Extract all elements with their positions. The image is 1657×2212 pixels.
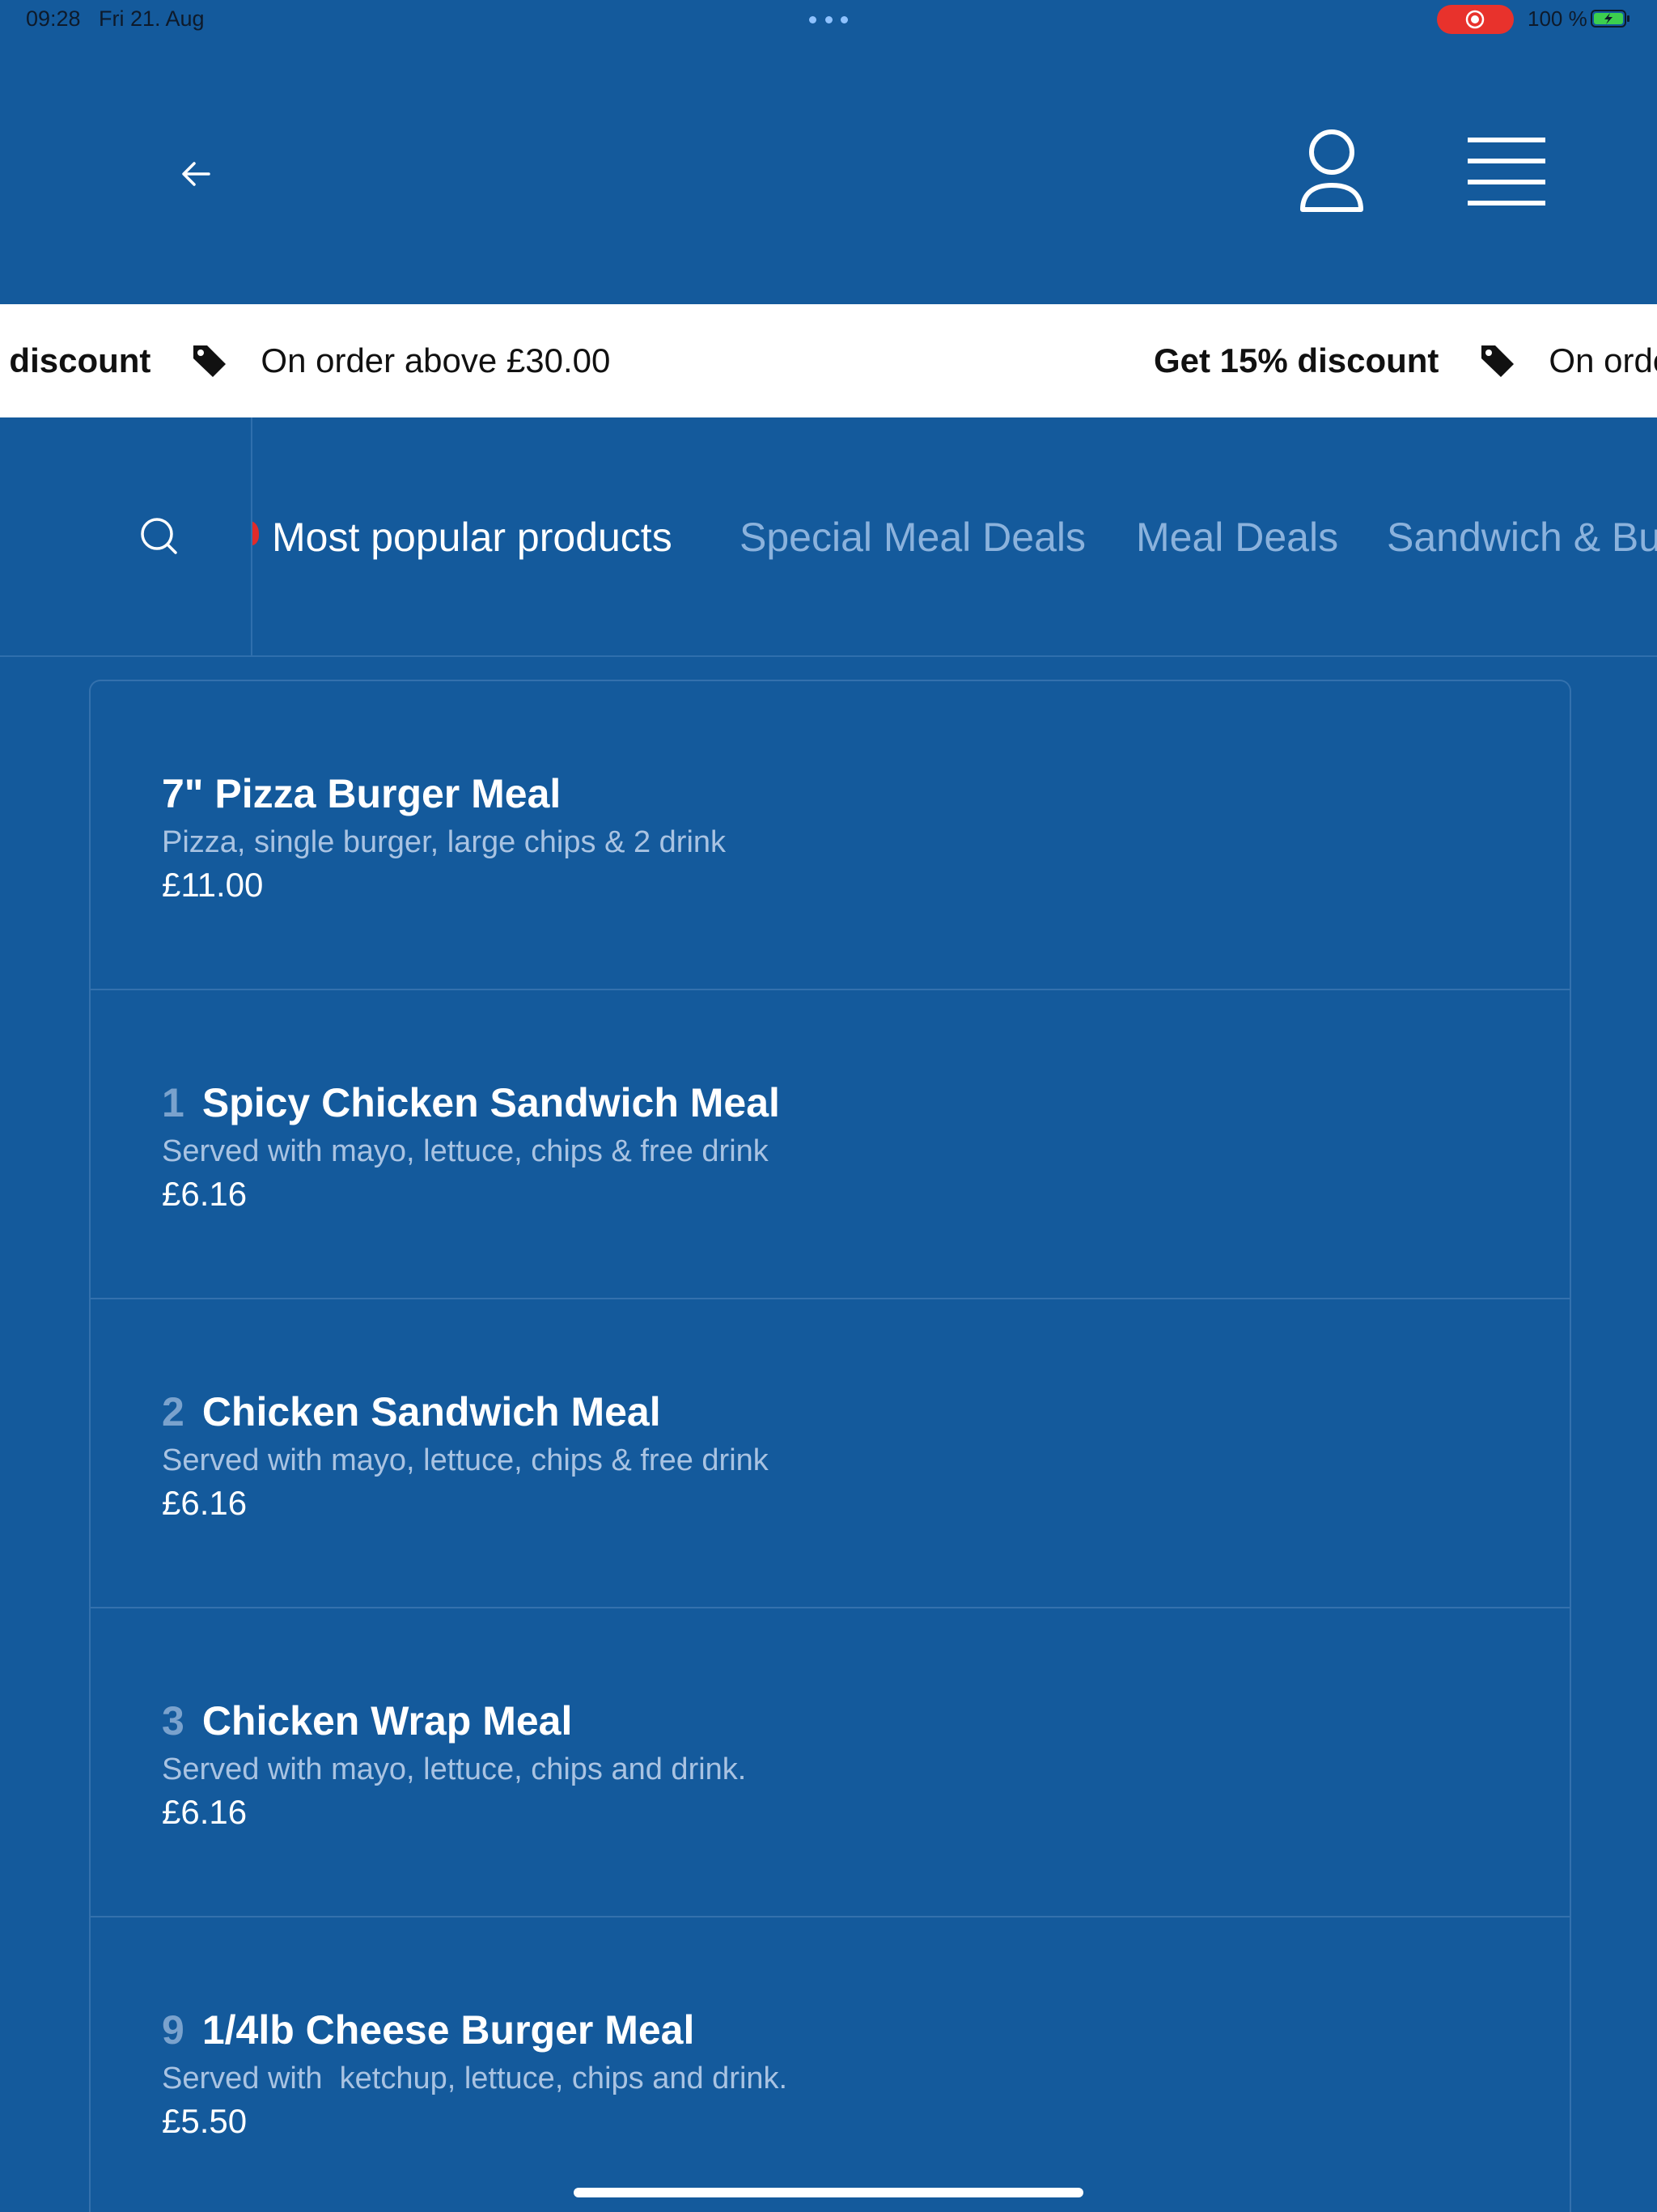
- product-name: 7" Pizza Burger Meal: [162, 771, 562, 816]
- promo-item: Get 15% discount On order above £30.00: [0, 304, 610, 417]
- category-tabs: Most popular products Special Meal Deals…: [252, 417, 1657, 655]
- product-title: 2 Chicken Sandwich Meal: [162, 1388, 661, 1435]
- product-item[interactable]: 3 Chicken Wrap Meal Served with mayo, le…: [91, 1608, 1570, 1917]
- product-number: 9: [162, 2007, 184, 2053]
- status-time: 09:28: [26, 6, 81, 31]
- promo-discount-text: Get 15% discount: [1154, 341, 1439, 379]
- product-number: 2: [162, 1389, 184, 1434]
- promo-condition-text: On order above £30.00: [1549, 341, 1657, 379]
- product-price: £6.16: [162, 1484, 248, 1522]
- product-title: 3 Chicken Wrap Meal: [162, 1697, 572, 1744]
- product-price: £5.50: [162, 2102, 248, 2140]
- product-price: £6.16: [162, 1175, 248, 1213]
- status-date: Fri 21. Aug: [99, 6, 205, 31]
- product-item[interactable]: 7" Pizza Burger Meal Pizza, single burge…: [91, 681, 1570, 990]
- tab-sandwich-burger[interactable]: Sandwich & Burger: [1387, 513, 1657, 561]
- promo-condition-text: On order above £30.00: [261, 341, 611, 379]
- product-title: 1 Spicy Chicken Sandwich Meal: [162, 1079, 780, 1126]
- category-nav: Most popular products Special Meal Deals…: [0, 417, 1657, 657]
- tag-icon: [193, 345, 227, 377]
- profile-button[interactable]: [1291, 125, 1372, 218]
- multitasking-dots-icon[interactable]: [809, 16, 848, 23]
- fire-emoji-icon: [252, 521, 259, 545]
- product-name: Chicken Wrap Meal: [201, 1698, 573, 1744]
- search-icon: [141, 518, 177, 554]
- status-bar: 09:28 Fri 21. Aug 100 %: [0, 0, 1657, 39]
- product-description: Served with ketchup, lettuce, chips and …: [162, 2062, 788, 2095]
- product-item[interactable]: 9 1/4lb Cheese Burger Meal Served with k…: [91, 1917, 1570, 2212]
- product-description: Pizza, single burger, large chips & 2 dr…: [162, 825, 727, 859]
- battery-percentage: 100 %: [1528, 6, 1587, 31]
- battery-icon: [1591, 10, 1629, 28]
- promo-item: Get 15% discount On order above £30.00: [1154, 304, 1657, 417]
- product-number: 1: [162, 1080, 184, 1125]
- hamburger-icon: [1468, 138, 1545, 206]
- product-price: £11.00: [162, 866, 264, 904]
- product-description: Served with mayo, lettuce, chips and dri…: [162, 1752, 747, 1786]
- product-list: 7" Pizza Burger Meal Pizza, single burge…: [89, 680, 1571, 2212]
- record-icon: [1465, 10, 1485, 29]
- back-button[interactable]: [173, 154, 222, 194]
- tab-special-meal-deals[interactable]: Special Meal Deals: [740, 513, 1086, 561]
- product-name: Chicken Sandwich Meal: [201, 1389, 661, 1434]
- promo-discount-text: Get 15% discount: [0, 341, 151, 379]
- product-description: Served with mayo, lettuce, chips & free …: [162, 1443, 769, 1477]
- tab-meal-deals[interactable]: Meal Deals: [1136, 513, 1338, 561]
- product-item[interactable]: 2 Chicken Sandwich Meal Served with mayo…: [91, 1299, 1570, 1608]
- product-name: 1/4lb Cheese Burger Meal: [201, 2007, 695, 2053]
- product-description: Served with mayo, lettuce, chips & free …: [162, 1134, 769, 1168]
- person-icon: [1300, 129, 1363, 212]
- home-indicator[interactable]: [574, 2188, 1083, 2197]
- product-item[interactable]: 1 Spicy Chicken Sandwich Meal Served wit…: [91, 990, 1570, 1299]
- product-title: 9 1/4lb Cheese Burger Meal: [162, 2006, 694, 2053]
- product-title: 7" Pizza Burger Meal: [162, 770, 561, 817]
- screen-recording-indicator[interactable]: [1437, 5, 1514, 34]
- menu-button[interactable]: [1466, 136, 1547, 209]
- product-name: Spicy Chicken Sandwich Meal: [201, 1080, 780, 1125]
- search-button[interactable]: [136, 513, 184, 561]
- promo-banner: Get 15% discount On order above £30.00 G…: [0, 304, 1657, 417]
- product-price: £6.16: [162, 1793, 248, 1831]
- product-number: 3: [162, 1698, 184, 1744]
- tag-icon: [1481, 345, 1515, 377]
- arrow-left-icon: [182, 162, 210, 186]
- tab-most-popular-products[interactable]: Most popular products: [272, 513, 672, 561]
